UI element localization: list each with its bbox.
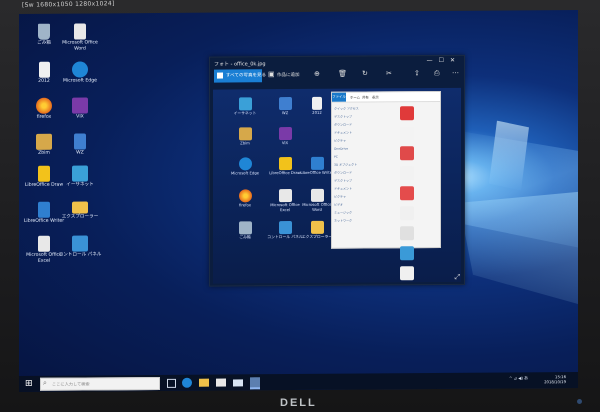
share-icon[interactable]: ⇪	[414, 69, 420, 77]
photo-icon: エクスプローラー	[299, 220, 335, 240]
mail-icon[interactable]	[233, 379, 243, 387]
desktop-icon-wz[interactable]: WZ	[57, 133, 103, 156]
store-icon[interactable]	[216, 378, 226, 387]
clock[interactable]: 15:16 2018/10/19	[544, 374, 566, 384]
window-controls: —☐✕	[427, 57, 461, 64]
photos-title: フォト - office_0k.jpg	[214, 61, 266, 68]
photo-icon: Microsoft Office Word	[299, 188, 335, 212]
monitor-top-label: [Sw 1680x1050 1280x1024]	[21, 0, 115, 9]
desktop-icon-word[interactable]: Microsoft Office Word	[57, 23, 103, 51]
add-to-album-icon[interactable]: ▣	[268, 70, 275, 78]
ethernet-icon	[72, 165, 88, 182]
vix-icon	[72, 97, 88, 114]
recycle-bin-icon	[38, 23, 50, 40]
photo-view: イーサネット WZ 2012 Zbim VIX Microsoft Edge L…	[213, 87, 461, 284]
wz-icon	[74, 133, 86, 150]
maximize-button[interactable]: ☐	[439, 57, 450, 64]
photo-icon: 2012	[299, 96, 335, 116]
explorer-file-thumbnail	[400, 206, 414, 221]
libreoffice-writer-icon	[38, 201, 50, 218]
photo-icon: Microsoft Office Excel	[267, 189, 303, 212]
explorer-file-thumbnail	[400, 166, 414, 181]
photo-icon: コントロール パネル	[267, 221, 303, 240]
monitor-brand-logo: DELL	[280, 397, 317, 409]
power-indicator	[577, 399, 582, 404]
zoom-icon[interactable]: ⊕	[314, 70, 320, 78]
edge-icon[interactable]	[182, 377, 192, 388]
explorer-tab-view: 表示	[372, 95, 379, 100]
word-doc-icon	[74, 23, 86, 40]
rotate-icon[interactable]: ↻	[362, 70, 368, 78]
photo-icon: イーサネット	[227, 97, 263, 116]
desktop-icon-explorer[interactable]: エクスプローラー	[57, 201, 103, 220]
print-icon[interactable]: ⎙	[434, 69, 440, 78]
photo-explorer-window: ファイル ホーム 共有 表示 クイック アクセス デスクトップ ダウンロード ドキュメ…	[331, 91, 441, 281]
delete-icon[interactable]: 🗑	[338, 70, 347, 78]
desktop-icon-control-panel[interactable]: コントロール パネル	[57, 235, 103, 258]
add-to-album-label[interactable]: 作品に追加	[277, 72, 300, 78]
search-icon: ⌕	[43, 378, 47, 387]
explorer-tab-share: 共有	[362, 95, 369, 100]
explorer-ribbon-tabs: ファイル ホーム 共有 表示	[332, 92, 440, 103]
explorer-nav-item: ネットワーク	[334, 218, 353, 223]
explorer-tab-file: ファイル	[332, 92, 346, 102]
libreoffice-draw-icon	[38, 165, 50, 182]
photo-icon: WZ	[267, 97, 303, 116]
minimize-button[interactable]: —	[427, 57, 439, 64]
excel-icon	[38, 235, 50, 252]
photos-icon[interactable]	[250, 377, 260, 390]
explorer-icon	[72, 201, 88, 214]
document-icon	[38, 61, 50, 78]
explorer-file-thumbnail	[400, 126, 414, 141]
close-button[interactable]: ✕	[450, 57, 461, 64]
firefox-icon	[36, 97, 52, 114]
edge-icon	[72, 61, 88, 78]
photo-icon: LibreOffice Writer	[299, 156, 335, 176]
windows-start-icon[interactable]: ⊞	[25, 379, 35, 389]
desktop-icon-vix[interactable]: VIX	[57, 97, 103, 120]
view-all-photos-button[interactable]: すべての写真を見る	[214, 69, 266, 83]
explorer-file-pane	[388, 104, 438, 286]
desktop-icon-ethernet[interactable]: イーサネット	[57, 165, 103, 188]
desktop-screen: ごみ箱 Microsoft Office Word 2012 Microsoft…	[19, 10, 578, 392]
photos-window[interactable]: フォト - office_0k.jpg —☐✕ すべての写真を見る ▣ 作品に追…	[209, 54, 465, 287]
photo-icon: firefox	[227, 189, 263, 208]
fullscreen-icon[interactable]: ⤢	[454, 273, 460, 282]
photos-icon	[217, 72, 223, 79]
photo-icon: ごみ箱	[227, 221, 263, 240]
explorer-nav-pane: クイック アクセス デスクトップ ダウンロード ドキュメント ピクチャ OneDrive P…	[334, 104, 380, 224]
photo-icon: Microsoft Edge	[227, 157, 263, 176]
photo-icon: Zbim	[227, 127, 263, 146]
zbim-icon	[36, 133, 52, 150]
control-panel-icon	[72, 235, 88, 252]
crop-icon[interactable]: ✂	[386, 69, 392, 77]
explorer-tab-home: ホーム	[350, 95, 361, 100]
explorer-file-thumbnail	[400, 266, 414, 281]
system-tray[interactable]: ^ ⊿ ◀) あ	[509, 375, 528, 381]
clock-date: 2018/10/19	[544, 379, 566, 385]
search-placeholder: ここに入力して検索	[52, 381, 90, 387]
task-view-icon[interactable]	[167, 378, 176, 388]
photos-toolbar: すべての写真を見る ▣ 作品に追加 ⊕ 🗑 ↻ ✂ ⇪ ⎙ ⋯	[210, 67, 464, 86]
search-box[interactable]: ⌕ ここに入力して検索	[40, 376, 160, 391]
taskbar: ⊞ ⌕ ここに入力して検索 ^ ⊿ ◀) あ 15:16 2018/10/19	[19, 372, 578, 392]
explorer-file-thumbnail	[400, 186, 414, 201]
explorer-file-thumbnail	[400, 226, 414, 241]
light-beam	[489, 120, 529, 190]
monitor: [Sw 1680x1050 1280x1024] ごみ箱 Microsoft O…	[0, 0, 600, 412]
desktop-icon-edge[interactable]: Microsoft Edge	[57, 61, 103, 84]
light-beam	[459, 190, 578, 311]
photo-icon: VIX	[267, 127, 303, 146]
explorer-icon[interactable]	[199, 378, 209, 387]
explorer-file-thumbnail	[400, 246, 414, 261]
explorer-file-thumbnail	[400, 146, 414, 161]
more-icon[interactable]: ⋯	[452, 69, 459, 77]
explorer-file-thumbnail	[400, 106, 414, 121]
photo-icon: LibreOffice Draw	[267, 157, 303, 176]
